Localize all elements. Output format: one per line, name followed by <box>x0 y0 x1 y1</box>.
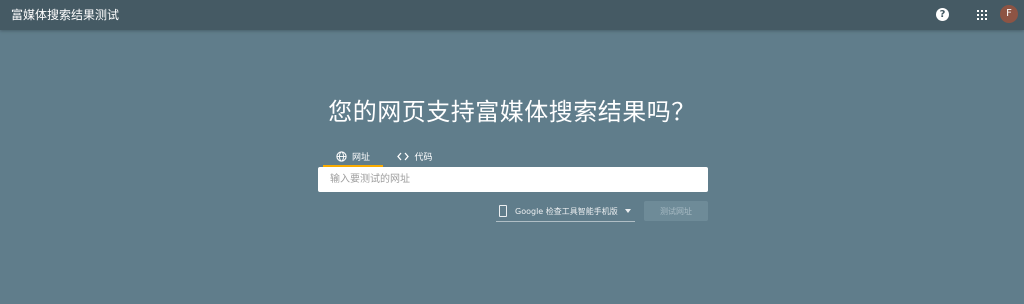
tab-code[interactable]: 代码 <box>392 145 438 167</box>
smartphone-icon <box>499 205 507 217</box>
help-icon[interactable]: ? <box>936 8 949 21</box>
device-select[interactable]: Google 检查工具智能手机版 <box>496 201 635 222</box>
globe-icon <box>336 150 347 162</box>
dropdown-arrow-icon <box>625 209 631 213</box>
url-input[interactable] <box>318 167 708 192</box>
account-avatar[interactable]: F <box>1000 5 1018 23</box>
top-app-bar: 富媒体搜索结果测试 ? F <box>0 0 1024 30</box>
device-select-label: Google 检查工具智能手机版 <box>515 206 618 216</box>
page-headline: 您的网页支持富媒体搜索结果吗？ <box>328 98 696 126</box>
app-title: 富媒体搜索结果测试 <box>11 8 120 22</box>
tab-code-label: 代码 <box>414 152 433 163</box>
tab-url-label: 网址 <box>351 152 370 163</box>
test-url-button[interactable]: 测试网址 <box>644 201 708 221</box>
code-icon <box>397 152 410 161</box>
apps-grid-icon[interactable] <box>976 9 988 21</box>
tab-url[interactable]: 网址 <box>323 145 383 167</box>
